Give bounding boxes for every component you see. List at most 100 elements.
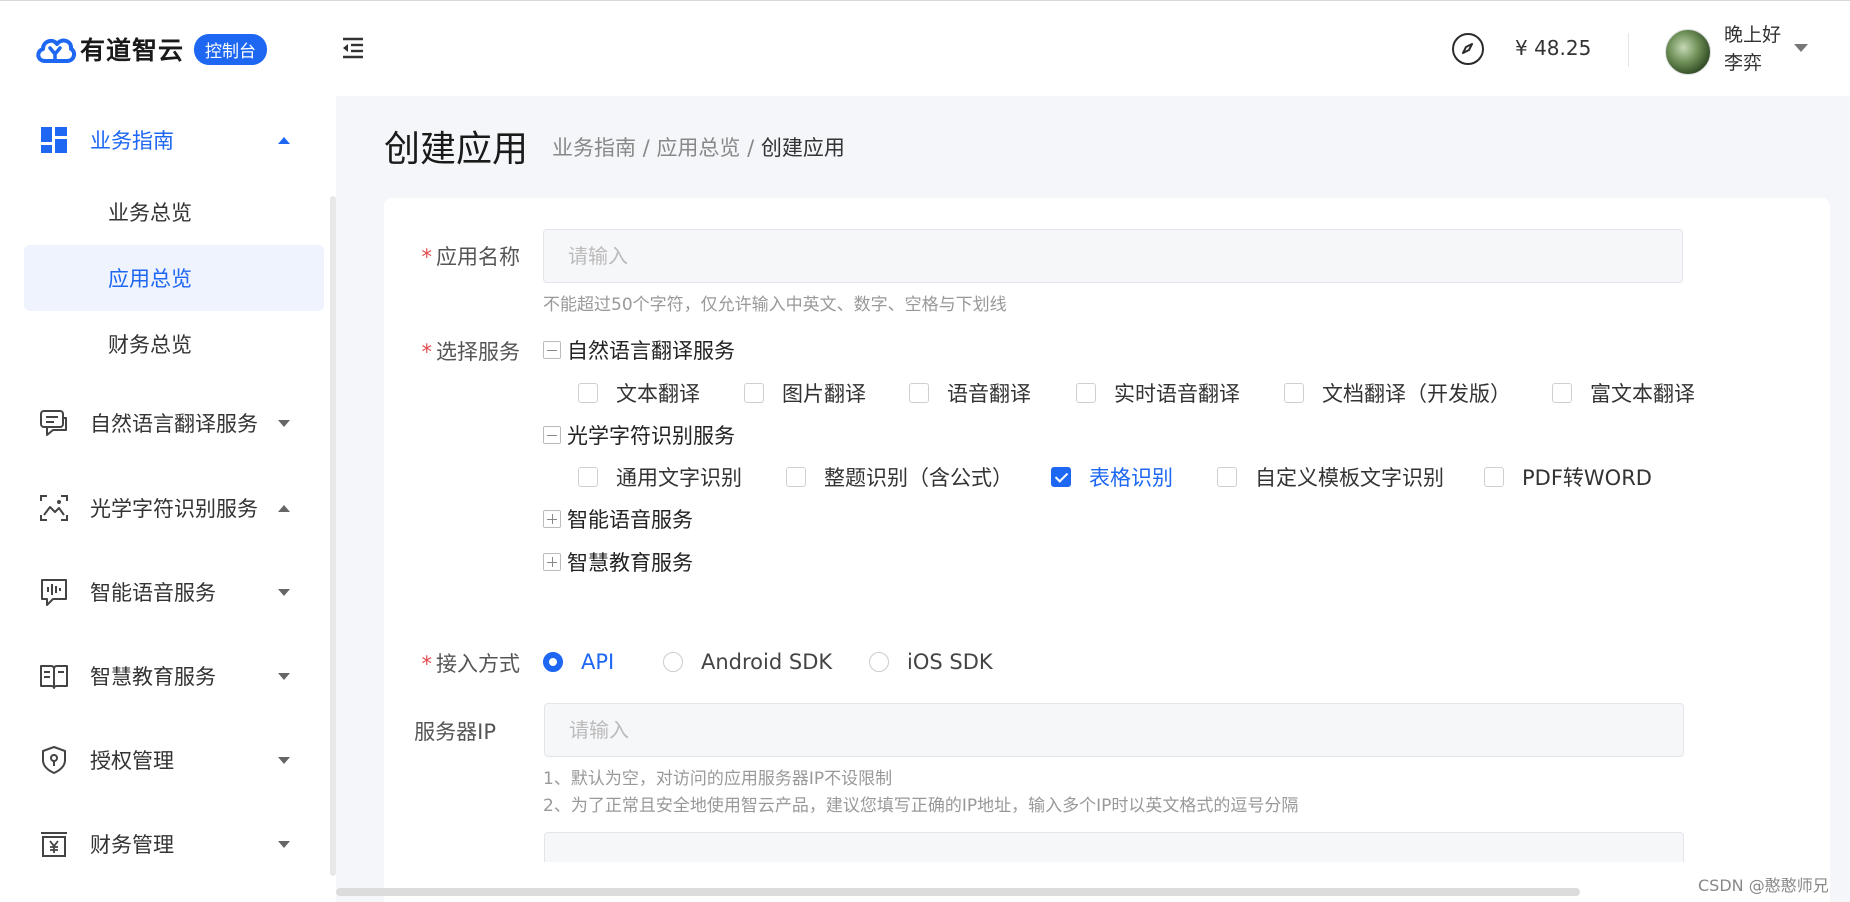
checkbox-label: 整题识别（含公式）	[824, 466, 1013, 490]
server-ip-input[interactable]	[544, 703, 1684, 757]
breadcrumb-link-guide[interactable]: 业务指南	[552, 136, 636, 160]
sidebar-item-nlp-translation[interactable]: 自然语言翻译服务	[24, 393, 324, 453]
service-group-ocr[interactable]: 光学字符识别服务	[543, 420, 735, 450]
compass-icon[interactable]	[1452, 33, 1484, 65]
logo[interactable]: 有道智云 控制台	[34, 31, 268, 67]
sidebar-item-label: 光学字符识别服务	[90, 497, 258, 521]
collapse-minus-icon[interactable]	[543, 426, 561, 444]
checkbox-text-translation[interactable]: 文本翻译	[578, 378, 700, 408]
service-label: * 选择服务	[380, 336, 521, 366]
radio-android-sdk[interactable]: Android SDK	[663, 650, 832, 674]
cloud-logo-icon	[36, 38, 76, 63]
chevron-down-icon	[278, 419, 290, 427]
server-ip-hint-1: 1、默认为空，对访问的应用服务器IP不设限制	[543, 769, 893, 789]
checkbox-question-ocr[interactable]: 整题识别（含公式）	[786, 462, 1013, 492]
radio-dot-selected[interactable]	[543, 652, 563, 672]
sidebar-item-label: 业务指南	[90, 129, 174, 153]
dashboard-icon	[41, 127, 67, 153]
checkbox-custom-template-ocr[interactable]: 自定义模板文字识别	[1217, 462, 1444, 492]
checkbox-pdf-to-word[interactable]: PDF转WORD	[1484, 462, 1652, 492]
compass-needle-icon	[1462, 43, 1473, 54]
chevron-down-icon	[278, 672, 290, 680]
checkbox-image-translation[interactable]: 图片翻译	[744, 378, 866, 408]
required-mark: *	[421, 340, 433, 364]
console-badge: 控制台	[194, 33, 268, 65]
checkbox-general-ocr[interactable]: 通用文字识别	[578, 462, 742, 492]
checkbox-box[interactable]	[1552, 383, 1572, 403]
checkbox-label: 图片翻译	[782, 382, 866, 406]
sidebar-sub-item-business-overview[interactable]: 业务总览	[24, 179, 324, 245]
avatar[interactable]	[1665, 29, 1711, 75]
checkbox-box[interactable]	[1217, 467, 1237, 487]
checkbox-label: PDF转WORD	[1522, 466, 1652, 490]
create-app-form: *应用名称 不能超过50个字符，仅允许输入中英文、数字、空格与下划线 *选择服务…	[384, 198, 1830, 902]
checkbox-box[interactable]	[909, 383, 929, 403]
app-name-input[interactable]	[543, 229, 1683, 283]
sidebar-item-business-guide[interactable]: 业务指南	[24, 110, 324, 170]
service-group-label: 自然语言翻译服务	[567, 339, 735, 363]
collapse-minus-icon[interactable]	[543, 341, 561, 359]
sidebar-item-education[interactable]: 智慧教育服务	[24, 646, 324, 706]
chevron-down-icon	[278, 588, 290, 596]
expand-plus-icon[interactable]	[543, 510, 561, 528]
sidebar-item-label: 自然语言翻译服务	[90, 412, 258, 436]
app-name-hint: 不能超过50个字符，仅允许输入中英文、数字、空格与下划线	[543, 295, 1007, 315]
checkbox-label: 通用文字识别	[616, 466, 742, 490]
account-balance[interactable]: ¥ 48.25	[1515, 36, 1591, 60]
page-title: 创建应用	[384, 129, 529, 170]
service-group-nlp[interactable]: 自然语言翻译服务	[543, 335, 735, 365]
radio-label: iOS SDK	[907, 650, 993, 674]
watermark: CSDN @憨憨师兄	[1698, 876, 1829, 895]
checkbox-box[interactable]	[744, 383, 764, 403]
checkbox-box[interactable]	[1284, 383, 1304, 403]
app-name-label-text: 应用名称	[436, 245, 520, 269]
checkbox-box[interactable]	[578, 383, 598, 403]
sidebar-item-label: 授权管理	[90, 749, 174, 773]
sidebar-item-voice[interactable]: 智能语音服务	[24, 562, 324, 622]
checkbox-label: 实时语音翻译	[1114, 382, 1240, 406]
checkbox-voice-translation[interactable]: 语音翻译	[909, 378, 1031, 408]
menu-collapse-icon[interactable]	[340, 35, 366, 61]
radio-ios-sdk[interactable]: iOS SDK	[869, 650, 993, 674]
breadcrumb-separator: /	[636, 136, 657, 160]
checkbox-label: 语音翻译	[947, 382, 1031, 406]
greeting-text: 晚上好	[1724, 24, 1782, 46]
checkbox-box[interactable]	[1076, 383, 1096, 403]
service-group-label: 智慧教育服务	[567, 551, 693, 575]
horizontal-scrollbar[interactable]	[336, 888, 1580, 896]
main-content: 创建应用 业务指南 / 应用总览 / 创建应用 *应用名称 不能超过50个字符，…	[336, 96, 1850, 902]
sidebar-item-finance[interactable]: 财务管理	[24, 814, 324, 874]
voice-wave-icon	[41, 579, 67, 606]
breadcrumb-link-app-overview[interactable]: 应用总览	[656, 136, 740, 160]
checkbox-realtime-voice-translation[interactable]: 实时语音翻译	[1076, 378, 1240, 408]
sidebar-item-ocr[interactable]: 光学字符识别服务	[24, 478, 324, 538]
sidebar-item-authorization[interactable]: 授权管理	[24, 730, 324, 790]
service-group-education[interactable]: 智慧教育服务	[543, 547, 693, 577]
service-label-text: 选择服务	[436, 340, 520, 364]
radio-api[interactable]: API	[543, 650, 614, 674]
sidebar-sub-item-finance-overview[interactable]: 财务总览	[24, 311, 324, 377]
sidebar-sub-item-app-overview[interactable]: 应用总览	[24, 245, 324, 311]
chevron-down-icon	[278, 840, 290, 848]
finance-yen-icon	[41, 832, 67, 857]
user-greeting[interactable]: 晚上好 李弈	[1724, 21, 1781, 77]
checkbox-box-checked[interactable]	[1051, 467, 1071, 487]
sidebar-item-label: 财务管理	[90, 833, 174, 857]
checkbox-rich-text-translation[interactable]: 富文本翻译	[1552, 378, 1695, 408]
checkbox-box[interactable]	[578, 467, 598, 487]
checkbox-box[interactable]	[786, 467, 806, 487]
next-field-input[interactable]	[544, 832, 1684, 862]
sidebar-item-label: 智慧教育服务	[90, 665, 216, 689]
open-book-icon	[40, 665, 68, 689]
service-group-voice[interactable]: 智能语音服务	[543, 504, 693, 534]
checkbox-box[interactable]	[1484, 467, 1504, 487]
user-menu-caret-icon[interactable]	[1794, 44, 1808, 52]
chevron-down-icon	[278, 756, 290, 764]
top-header: 有道智云 控制台 ¥ 48.25 晚上好 李弈	[0, 0, 1850, 96]
radio-label: Android SDK	[701, 650, 833, 674]
expand-plus-icon[interactable]	[543, 553, 561, 571]
radio-dot[interactable]	[663, 652, 683, 672]
checkbox-table-ocr[interactable]: 表格识别	[1051, 462, 1173, 492]
radio-dot[interactable]	[869, 652, 889, 672]
checkbox-document-translation[interactable]: 文档翻译（开发版）	[1284, 378, 1511, 408]
